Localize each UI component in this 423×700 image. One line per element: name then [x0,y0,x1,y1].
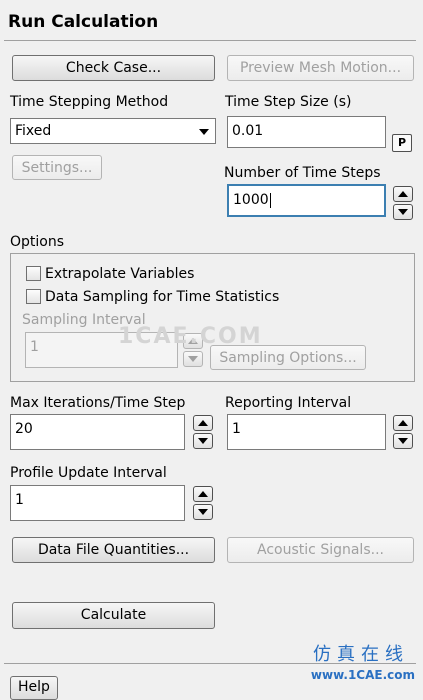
help-button[interactable]: Help [10,676,58,700]
max-iterations-spinner[interactable] [193,415,213,451]
increment-button[interactable] [393,186,413,202]
increment-button[interactable] [193,486,213,502]
settings-button[interactable]: Settings... [12,155,102,180]
number-of-time-steps-spinner[interactable] [393,186,413,222]
time-stepping-method-select[interactable]: Fixed [10,118,216,144]
arrow-down-icon [398,438,408,444]
arrow-up-icon [398,420,408,426]
time-step-size-label: Time Step Size (s) [225,94,352,110]
preview-mesh-motion-button[interactable]: Preview Mesh Motion... [227,55,414,81]
data-sampling-checkbox[interactable] [26,289,41,304]
watermark-center: 1CAE.COM [118,324,263,349]
number-of-time-steps-value: 1000 [233,192,269,208]
check-case-button[interactable]: Check Case... [12,55,215,81]
arrow-down-icon [198,438,208,444]
increment-button[interactable] [193,415,213,431]
acoustic-signals-button[interactable]: Acoustic Signals... [227,537,414,563]
title-divider [4,40,416,41]
arrow-up-icon [398,191,408,197]
panel-title: Run Calculation [8,12,159,32]
decrement-button[interactable] [393,204,413,220]
time-step-size-input[interactable]: 0.01 [227,116,386,148]
arrow-down-icon [188,356,198,362]
max-iterations-input[interactable]: 20 [10,414,185,450]
profile-update-interval-input[interactable]: 1 [10,485,185,521]
arrow-down-icon [198,509,208,515]
watermark-url: www.1CAE.com [310,668,415,682]
reporting-interval-spinner[interactable] [393,415,413,451]
time-stepping-method-value: Fixed [15,123,52,139]
profile-update-interval-spinner[interactable] [193,486,213,522]
increment-button[interactable] [393,415,413,431]
extrapolate-variables-label: Extrapolate Variables [45,266,195,282]
options-label: Options [10,234,65,250]
arrow-down-icon [398,209,408,215]
number-of-time-steps-label: Number of Time Steps [224,165,381,181]
data-file-quantities-button[interactable]: Data File Quantities... [12,537,215,563]
arrow-up-icon [198,491,208,497]
number-of-time-steps-input[interactable]: 1000 [227,184,386,217]
decrement-button[interactable] [193,433,213,449]
parameter-button[interactable]: P [392,134,412,152]
data-sampling-label: Data Sampling for Time Statistics [45,289,280,305]
max-iterations-label: Max Iterations/Time Step [10,395,186,411]
calculate-button[interactable]: Calculate [12,602,215,629]
watermark-chinese: 仿真在线 [313,644,409,665]
profile-update-interval-label: Profile Update Interval [10,465,167,481]
text-caret [269,192,271,208]
reporting-interval-input[interactable]: 1 [227,414,386,450]
reporting-interval-label: Reporting Interval [225,395,352,411]
extrapolate-variables-checkbox[interactable] [26,266,41,281]
chevron-down-icon [199,129,209,135]
decrement-button[interactable] [193,504,213,520]
decrement-button[interactable] [183,351,203,367]
decrement-button[interactable] [393,433,413,449]
time-stepping-method-label: Time Stepping Method [10,94,169,110]
arrow-up-icon [198,420,208,426]
